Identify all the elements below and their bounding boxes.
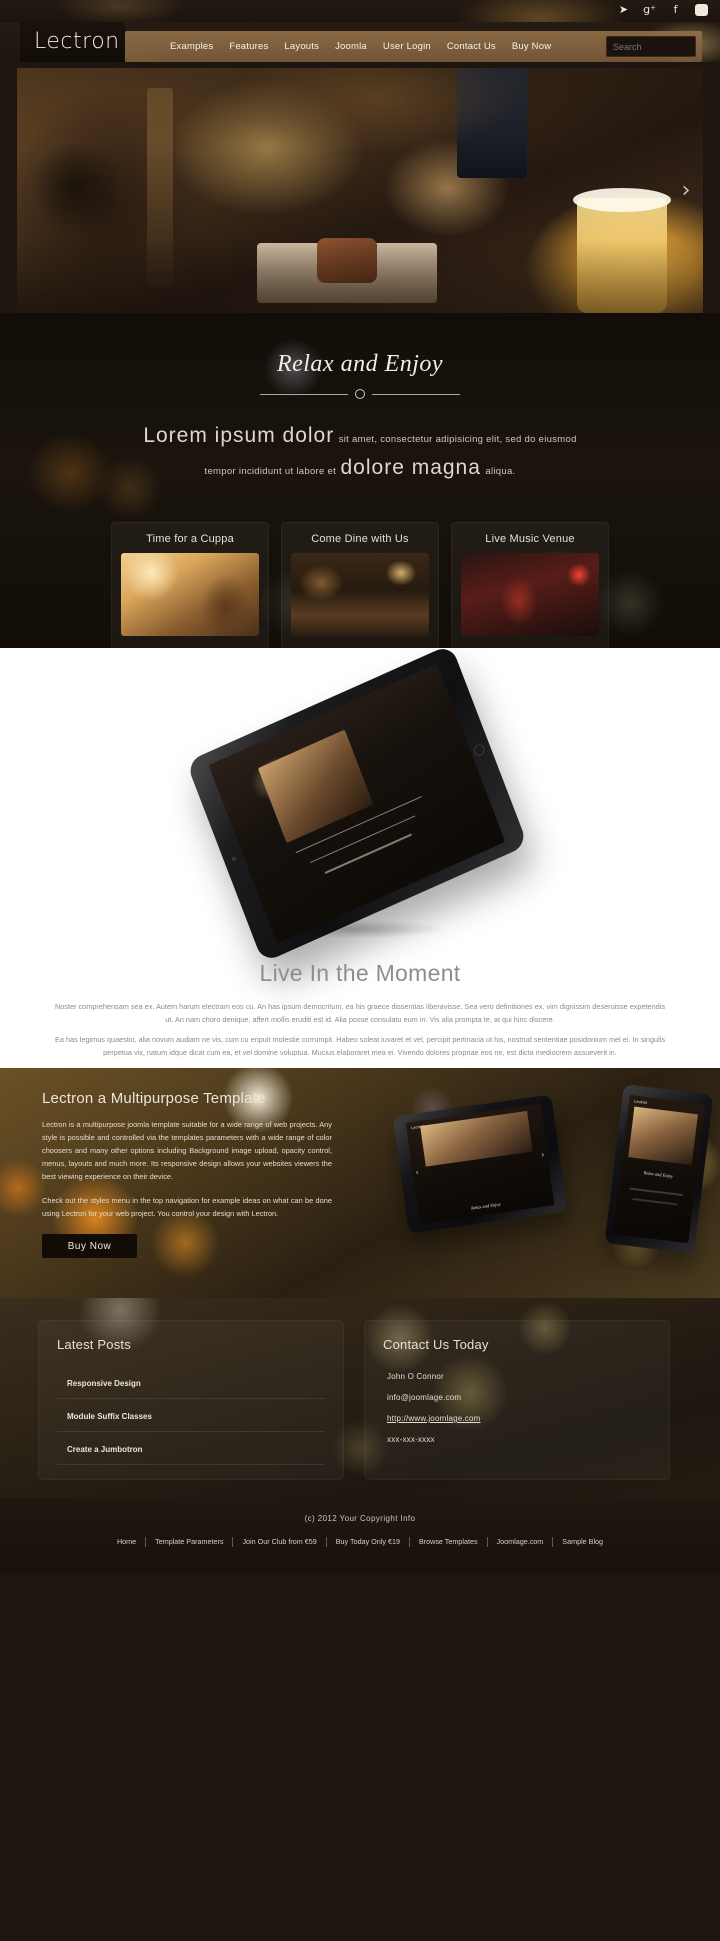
lead-small-3: aliqua. — [485, 466, 516, 477]
device-caption: Relax and Enjoy — [643, 1169, 674, 1179]
feature-box-title: Time for a Cuppa — [146, 533, 234, 545]
hero-carousel[interactable]: › — [17, 68, 703, 313]
tablet-home-button-icon — [472, 742, 487, 758]
moment-paragraph-1: Noster comprehensam sea ex. Autem harum … — [55, 1002, 665, 1024]
contact-email: info@joomlage.com — [387, 1393, 462, 1402]
nav-item-features[interactable]: Features — [229, 41, 268, 52]
list-item[interactable]: Create a Jumbotron — [57, 1432, 325, 1465]
device-phone: Lectron Relax and Enjoy — [604, 1084, 714, 1254]
tablet-camera-icon — [231, 855, 237, 862]
lead-small-1: sit amet, consectetur adipisicing elit, … — [338, 434, 577, 445]
feature-box-image — [121, 553, 259, 636]
relax-title: Relax and Enjoy — [276, 351, 444, 377]
bottom-modules-section: Latest Posts Responsive Design Module Su… — [0, 1298, 720, 1498]
nav-item-user-login[interactable]: User Login — [383, 41, 431, 52]
feature-box-title: Come Dine with Us — [311, 533, 409, 545]
social-links: ➤ g⁺ f S — [617, 3, 708, 17]
multipurpose-section: Lectron a Multipurpose Template Lectron … — [0, 1068, 720, 1298]
relax-lead-text: Lorem ipsum dolor sit amet, consectetur … — [0, 400, 720, 486]
device-prev-arrow: ‹ — [414, 1167, 420, 1178]
contact-website-link[interactable]: http://www.joomlage.com — [387, 1414, 481, 1423]
lead-emphasis-1: Lorem ipsum dolor — [143, 424, 335, 447]
lead-emphasis-2: dolore magna — [340, 456, 481, 479]
footer-link-sample-blog[interactable]: Sample Blog — [553, 1537, 612, 1547]
nav-item-examples[interactable]: Examples — [170, 41, 213, 52]
tablet-shadow — [230, 916, 480, 942]
latest-posts-title: Latest Posts — [57, 1337, 131, 1352]
multipurpose-paragraph-2: Check out the styles menu in the top nav… — [42, 1196, 332, 1218]
feature-box-dine[interactable]: Come Dine with Us — [281, 522, 439, 648]
buy-now-button[interactable]: Buy Now — [42, 1234, 137, 1258]
contact-details: John O Connor info@joomlage.com http://w… — [383, 1366, 651, 1450]
nav-container: Examples Features Layouts Joomla User Lo… — [125, 31, 702, 62]
feature-boxes: Time for a Cuppa Come Dine with Us Live … — [0, 486, 720, 648]
post-link-responsive-design[interactable]: Responsive Design — [67, 1379, 141, 1388]
nav-item-layouts[interactable]: Layouts — [284, 41, 319, 52]
top-bar: ➤ g⁺ f S — [0, 0, 720, 22]
nav-links: Examples Features Layouts Joomla User Lo… — [170, 41, 551, 52]
post-link-module-suffix-classes[interactable]: Module Suffix Classes — [67, 1412, 152, 1421]
feature-box-music[interactable]: Live Music Venue — [451, 522, 609, 648]
feature-box-image — [291, 553, 429, 636]
list-item[interactable]: Responsive Design — [57, 1366, 325, 1399]
contact-name: John O Connor — [387, 1372, 444, 1381]
device-next-arrow: › — [540, 1150, 545, 1160]
main-navigation-bar: Lectron Examples Features Layouts Joomla… — [0, 22, 720, 62]
facebook-icon[interactable]: f — [669, 3, 682, 17]
footer-link-browse-templates[interactable]: Browse Templates — [410, 1537, 488, 1547]
copyright-text: (c) 2012 Your Copyright Info — [304, 1514, 416, 1523]
contact-panel: Contact Us Today John O Connor info@joom… — [364, 1320, 670, 1480]
list-item[interactable]: Module Suffix Classes — [57, 1399, 325, 1432]
carousel-next-arrow[interactable]: › — [675, 177, 697, 205]
nav-item-buy-now[interactable]: Buy Now — [512, 41, 551, 52]
title-divider — [260, 388, 460, 400]
google-plus-icon[interactable]: g⁺ — [643, 3, 656, 17]
nav-item-joomla[interactable]: Joomla — [335, 41, 367, 52]
lead-small-2: tempor incididunt ut labore et — [204, 466, 337, 477]
multipurpose-title: Lectron a Multipurpose Template — [42, 1090, 266, 1107]
moment-paragraphs: Noster comprehensam sea ex. Autem harum … — [55, 1000, 665, 1059]
latest-posts-list: Responsive Design Module Suffix Classes … — [57, 1366, 325, 1465]
search-input[interactable] — [606, 36, 696, 57]
feature-box-cuppa[interactable]: Time for a Cuppa — [111, 522, 269, 648]
moment-paragraph-2: Ea has legimus quaestio, alia novum audi… — [55, 1035, 665, 1057]
footer-link-home[interactable]: Home — [108, 1537, 147, 1547]
divider-circle-icon — [355, 389, 365, 399]
multipurpose-paragraph-1: Lectron is a multipurpose joomla templat… — [42, 1120, 332, 1181]
footer-navigation: Home Template Parameters Join Our Club f… — [0, 1537, 720, 1547]
device-caption: Relax and Enjoy — [470, 1201, 501, 1211]
footer-link-buy-today[interactable]: Buy Today Only €19 — [327, 1537, 410, 1547]
contact-title: Contact Us Today — [383, 1337, 489, 1352]
post-link-create-a-jumbotron[interactable]: Create a Jumbotron — [67, 1445, 143, 1454]
device-tablet: Lectron ‹ › Relax and Enjoy — [392, 1094, 568, 1234]
device-logo: Lectron — [633, 1098, 648, 1106]
skype-icon[interactable]: S — [695, 4, 708, 17]
twitter-icon[interactable]: ➤ — [617, 3, 630, 17]
footer-link-joomlage[interactable]: Joomlage.com — [488, 1537, 554, 1547]
relax-section: Relax and Enjoy Lorem ipsum dolor sit am… — [0, 313, 720, 648]
feature-box-title: Live Music Venue — [485, 533, 575, 545]
devices-illustration: Lectron ‹ › Relax and Enjoy Lectron Rela… — [392, 1083, 714, 1283]
footer-link-join-our-club[interactable]: Join Our Club from €59 — [233, 1537, 327, 1547]
footer: (c) 2012 Your Copyright Info Home Templa… — [0, 1498, 720, 1572]
moment-title: Live In the Moment — [259, 960, 461, 986]
footer-link-template-parameters[interactable]: Template Parameters — [146, 1537, 234, 1547]
nav-item-contact-us[interactable]: Contact Us — [447, 41, 496, 52]
hero-overlay — [17, 68, 703, 313]
feature-box-image — [461, 553, 599, 636]
site-logo[interactable]: Lectron — [20, 22, 125, 62]
live-in-the-moment-section: Live In the Moment Noster comprehensam s… — [0, 648, 720, 1068]
page-root: ➤ g⁺ f S Lectron Examples Features Layou… — [0, 0, 720, 1941]
contact-phone: xxx-xxx-xxxx — [387, 1435, 435, 1444]
latest-posts-panel: Latest Posts Responsive Design Module Su… — [38, 1320, 344, 1480]
